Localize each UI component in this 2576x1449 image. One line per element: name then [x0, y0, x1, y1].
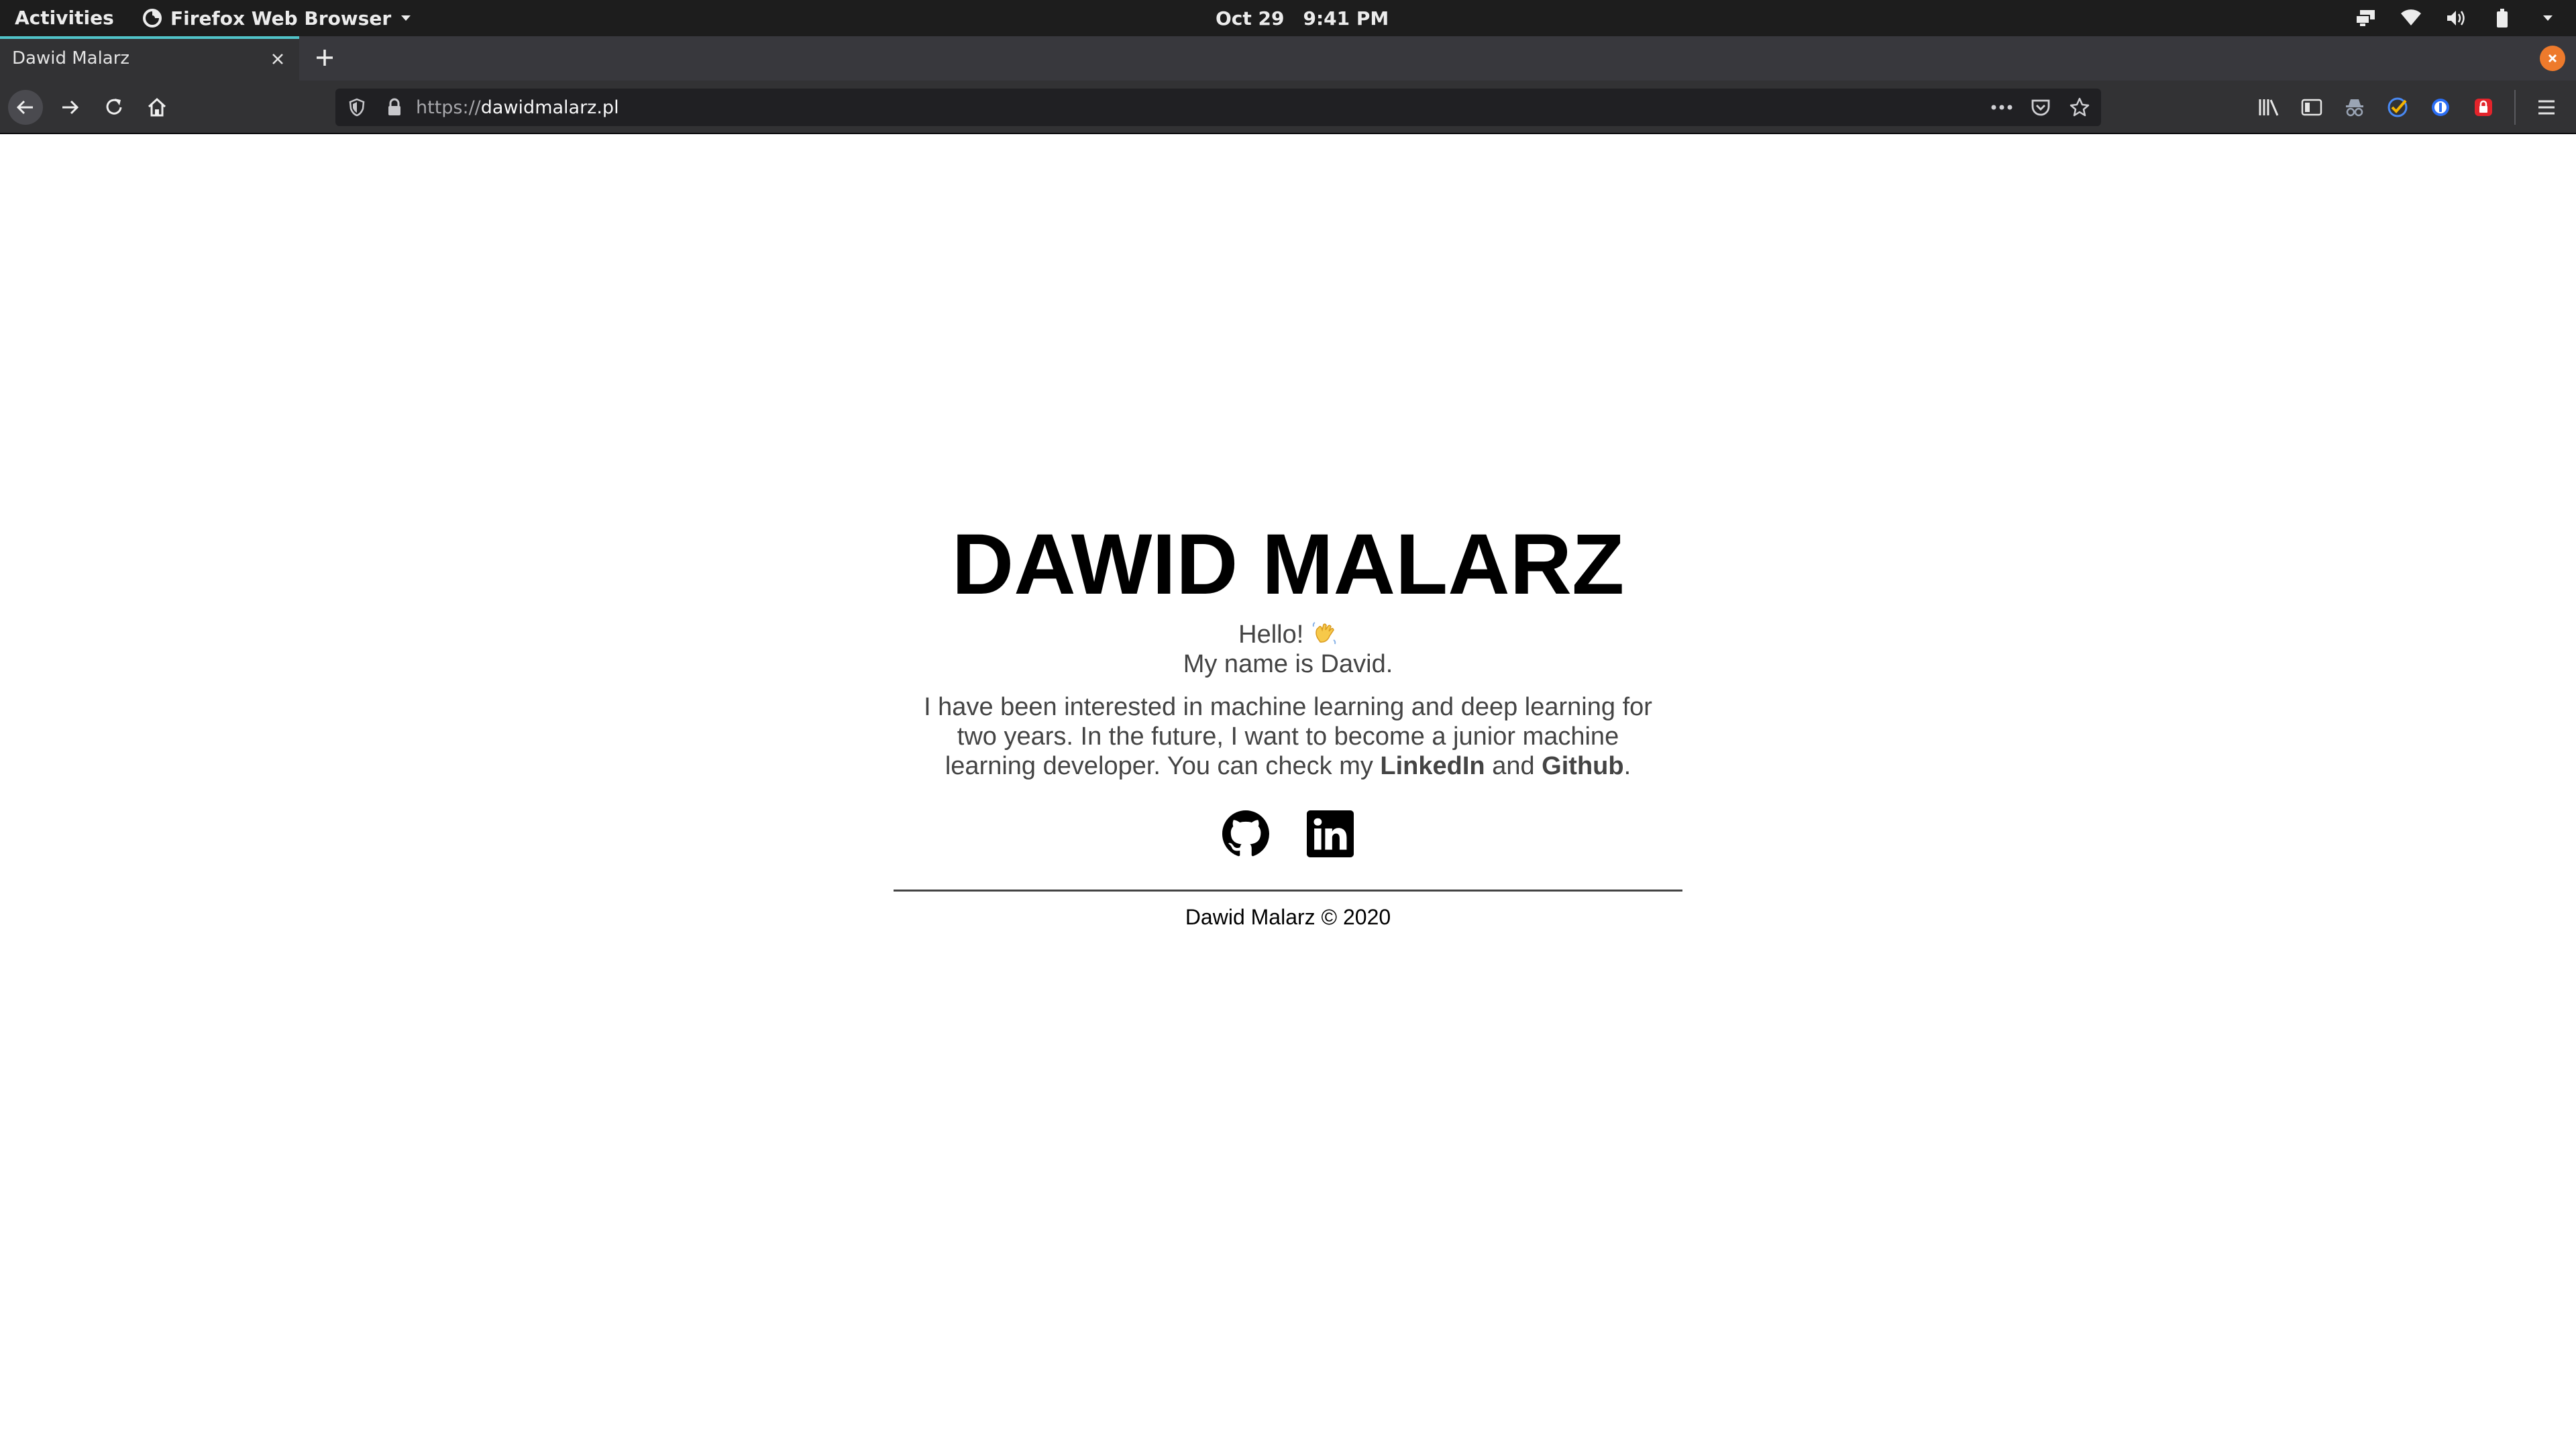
close-icon [2548, 54, 2557, 63]
forward-button[interactable] [52, 90, 87, 125]
reload-button[interactable] [97, 90, 131, 125]
volume-icon[interactable] [2446, 7, 2467, 29]
url-text[interactable]: https://dawidmalarz.pl [416, 97, 619, 118]
system-top-bar: Activities Firefox Web Browser Oct 29 9:… [0, 0, 2576, 36]
arrow-right-icon [62, 100, 79, 115]
social-links [894, 810, 1682, 857]
navigation-toolbar: https://dawidmalarz.pl [0, 80, 2576, 134]
greeting: Hello! [894, 620, 1682, 649]
ellipsis-icon [1991, 105, 2012, 110]
lock-extension-icon [2475, 99, 2492, 116]
clock-date: Oct 29 [1216, 7, 1285, 30]
new-tab-button[interactable] [311, 44, 338, 71]
tab-title: Dawid Malarz [12, 48, 130, 68]
system-tray[interactable] [2355, 0, 2559, 36]
bio-paragraph: I have been interested in machine learni… [912, 692, 1664, 781]
firefox-icon [143, 9, 162, 28]
extension-button-1[interactable] [2343, 90, 2367, 125]
close-icon[interactable] [267, 48, 288, 70]
tab-strip: Dawid Malarz [0, 36, 2576, 80]
github-icon[interactable] [1222, 810, 1269, 857]
url-scheme: https:// [416, 97, 481, 118]
password-manager-icon [2432, 99, 2449, 116]
page-actions [1990, 95, 2092, 119]
sidebar-icon [2301, 99, 2322, 116]
main-content: DAWID MALARZ Hello! My name is David. I … [894, 510, 1682, 930]
arrow-left-icon [16, 100, 33, 115]
star-icon [2070, 97, 2090, 117]
home-button[interactable] [140, 90, 174, 125]
greeting-text: Hello! [1238, 621, 1304, 649]
home-icon [148, 97, 166, 117]
page-title: DAWID MALARZ [951, 517, 1625, 612]
extension-button-3[interactable] [2428, 90, 2453, 125]
chevron-down-icon[interactable] [2537, 7, 2559, 29]
window-close-button[interactable] [2540, 46, 2565, 71]
url-host: dawidmalarz.pl [480, 97, 619, 118]
reload-icon [106, 99, 122, 115]
toolbar-separator [2514, 90, 2516, 125]
bio-text-3: . [1623, 752, 1631, 780]
hamburger-icon [2538, 100, 2555, 115]
tab-dawid-malarz[interactable]: Dawid Malarz [0, 36, 299, 80]
sidebar-button[interactable] [2300, 90, 2324, 125]
footer-copyright: Dawid Malarz © 2020 [1185, 905, 1391, 929]
pocket-icon [2031, 99, 2050, 116]
clock-time: 9:41 PM [1303, 7, 1389, 30]
app-menu-label: Firefox Web Browser [170, 7, 392, 30]
checkmark-extension-icon [2387, 97, 2408, 117]
pocket-button[interactable] [2029, 95, 2053, 119]
linkedin-link[interactable]: LinkedIn [1380, 752, 1485, 780]
intro-line: My name is David. [1183, 650, 1393, 678]
clock[interactable]: Oct 29 9:41 PM [1216, 0, 1389, 36]
incognito-extension-icon [2346, 99, 2363, 117]
extension-button-2[interactable] [2385, 90, 2410, 125]
toolbar-right [2257, 90, 2576, 125]
display-icon[interactable] [2355, 7, 2376, 29]
back-button[interactable] [8, 90, 43, 125]
linkedin-icon[interactable] [1307, 810, 1354, 857]
wifi-icon[interactable] [2400, 7, 2422, 29]
bio-text-2: and [1485, 752, 1542, 780]
menu-button[interactable] [2534, 90, 2559, 125]
lock-icon[interactable] [384, 97, 405, 118]
app-menu[interactable]: Firefox Web Browser [142, 0, 413, 36]
page-viewport: DAWID MALARZ Hello! My name is David. I … [0, 134, 2576, 1449]
waving-hand-icon [1312, 622, 1336, 645]
library-button[interactable] [2257, 90, 2281, 125]
github-link[interactable]: Github [1542, 752, 1623, 780]
library-icon [2259, 99, 2279, 116]
shield-icon[interactable] [346, 97, 368, 118]
footer-divider [894, 890, 1682, 892]
bookmark-star-button[interactable] [2068, 95, 2092, 119]
url-bar[interactable]: https://dawidmalarz.pl [335, 89, 2101, 126]
activities-button[interactable]: Activities [15, 0, 114, 36]
more-actions-button[interactable] [1990, 95, 2014, 119]
extension-button-4[interactable] [2471, 90, 2496, 125]
chevron-down-icon [401, 15, 411, 21]
battery-icon[interactable] [2491, 7, 2513, 29]
